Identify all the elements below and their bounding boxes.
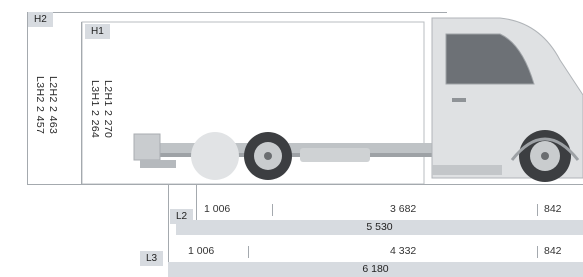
h2-tag: H2 <box>28 12 53 27</box>
l3-total-length: 6 180 <box>362 263 389 275</box>
ground-line <box>27 184 583 185</box>
l3-wheelbase: 4 332 <box>390 245 417 257</box>
l3-tag: L3 <box>140 251 164 266</box>
l2-front-overhang: 1 006 <box>204 203 231 215</box>
l2-total-band: 5 530 <box>176 220 583 235</box>
l2-wheelbase: 3 682 <box>390 203 417 215</box>
h1-l3-height: L3H1 2 264 <box>89 80 101 139</box>
l3-front-overhang: 1 006 <box>188 245 215 257</box>
h2-top-guide <box>27 12 447 13</box>
cab-door-handle <box>452 98 466 102</box>
h1-l2-height: L2H1 2 270 <box>102 80 114 139</box>
rear-wheel-ghost <box>191 132 239 180</box>
h2-guide <box>27 12 28 184</box>
h1-tag: H1 <box>85 24 110 39</box>
l3-total-band: 6 180 <box>168 262 583 277</box>
l3-rear-overhang: 842 <box>544 245 562 257</box>
l2-dimension-row: 1 006 3 682 842 5 530 <box>176 203 583 235</box>
h2-l3-height: L3H2 2 457 <box>34 76 46 135</box>
l2-rear-overhang: 842 <box>544 203 562 215</box>
cab-step <box>432 165 502 175</box>
fuel-tank <box>300 148 370 162</box>
h2-l2-height: L2H2 2 463 <box>47 76 59 135</box>
l2-total-length: 5 530 <box>366 221 393 233</box>
rear-bumper <box>133 133 161 161</box>
h1-guide <box>81 22 82 184</box>
